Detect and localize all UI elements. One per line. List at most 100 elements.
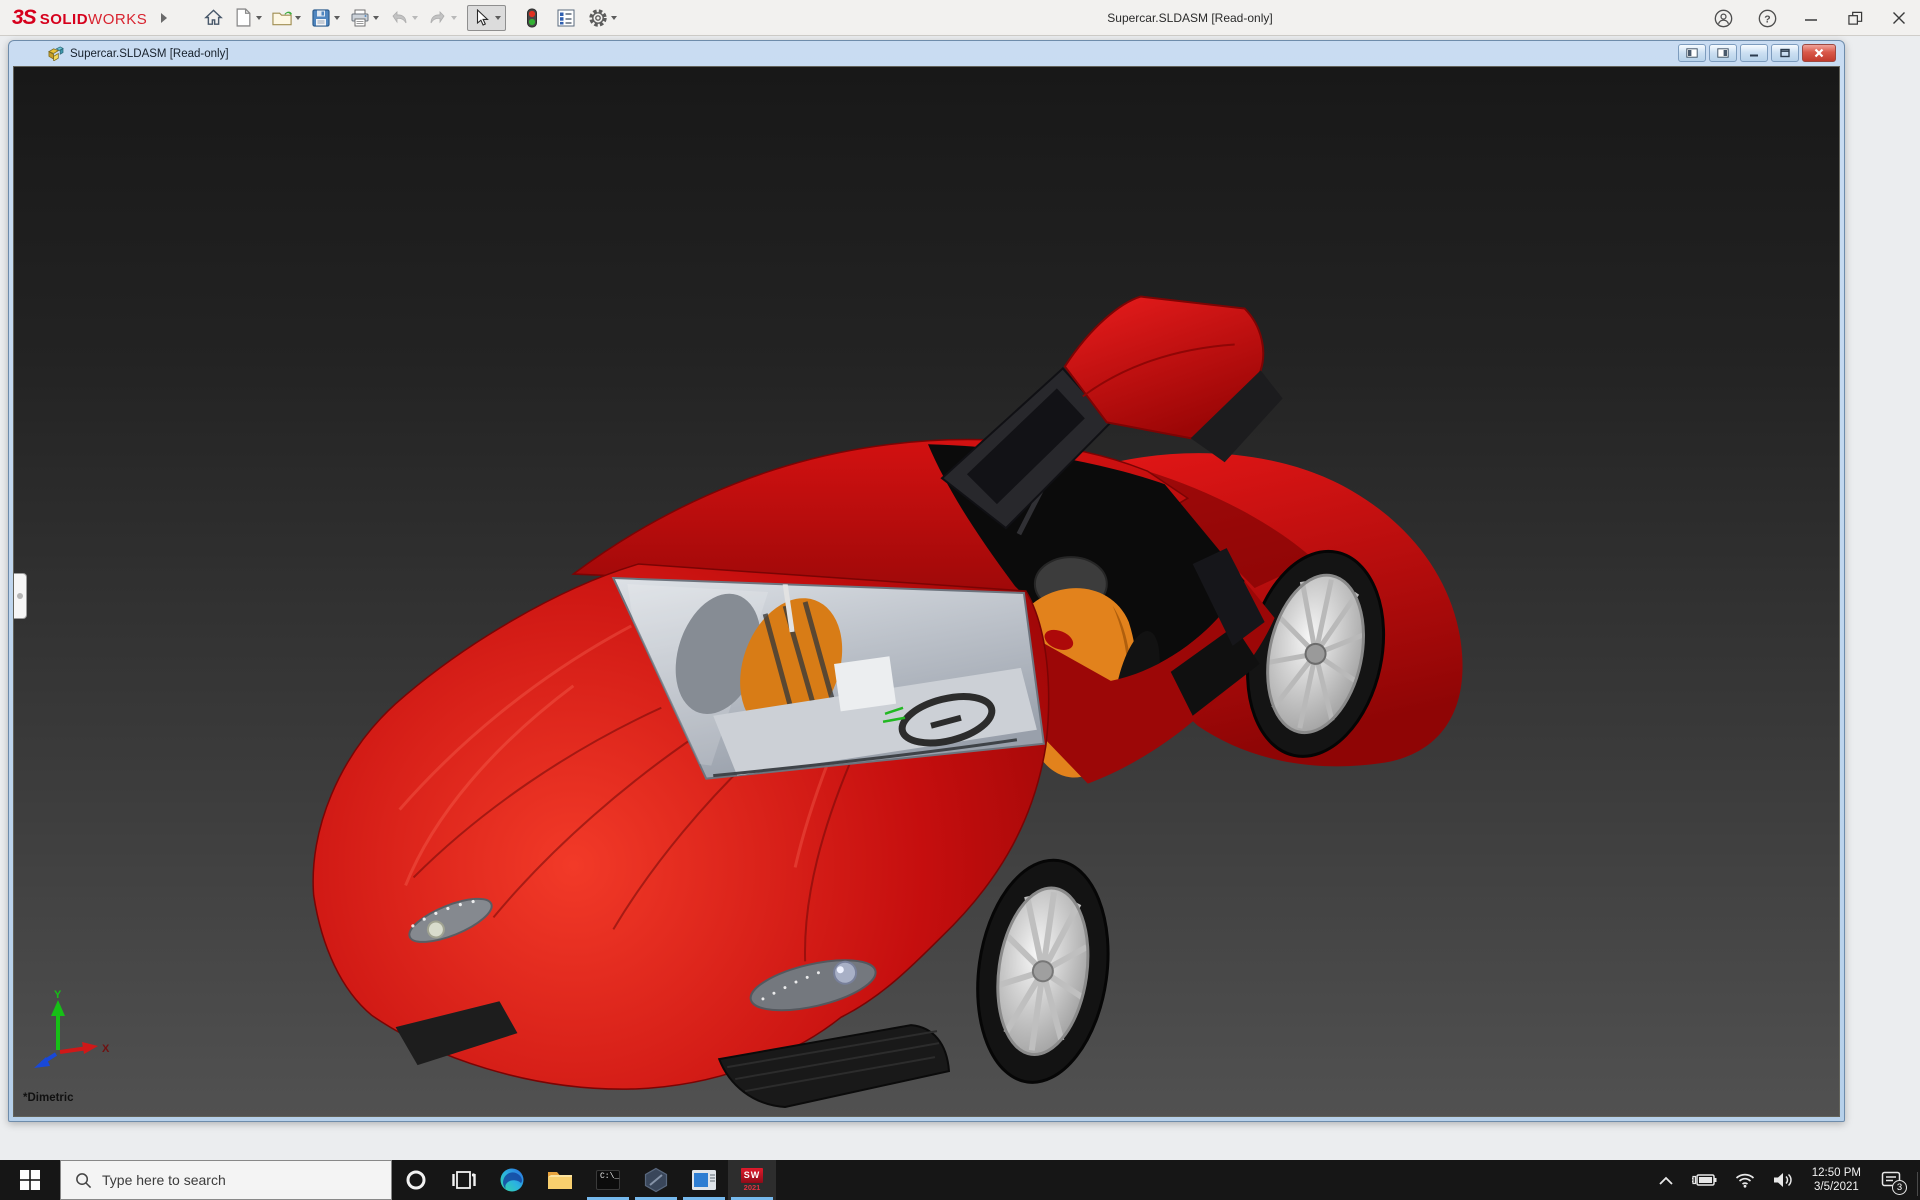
print-dropdown[interactable] xyxy=(373,15,380,20)
network-status[interactable] xyxy=(1726,1160,1764,1200)
design-library-icon xyxy=(557,9,575,26)
taskbar-command-prompt[interactable]: C:\_ xyxy=(584,1160,632,1200)
select-tool-group xyxy=(467,4,507,31)
remote-window-icon xyxy=(692,1170,716,1190)
feature-pane-flyout-tab[interactable] xyxy=(14,573,27,619)
triad-y-label: Y xyxy=(54,989,62,1001)
print-icon xyxy=(351,9,369,26)
triad-x-label: X xyxy=(102,1043,110,1055)
restore-button[interactable] xyxy=(1844,7,1866,29)
flyout-grip-icon xyxy=(17,593,23,599)
account-button[interactable] xyxy=(1712,7,1734,29)
undo-icon xyxy=(392,10,407,23)
open-dropdown[interactable] xyxy=(295,15,302,20)
select-tool-button[interactable] xyxy=(470,5,494,31)
svg-text:?: ? xyxy=(1764,14,1770,25)
window-title: Supercar.SLDASM [Read-only] xyxy=(1107,11,1273,25)
taskbar-search-box[interactable] xyxy=(60,1160,392,1200)
new-document-button[interactable] xyxy=(231,5,255,31)
battery-charging-icon xyxy=(1691,1174,1717,1186)
chevron-up-icon xyxy=(1659,1176,1673,1185)
left-pane-icon xyxy=(1686,48,1698,58)
design-library-button[interactable] xyxy=(554,5,578,31)
undo-button[interactable] xyxy=(387,5,411,31)
reference-triad: Y X xyxy=(34,989,110,1068)
taskbar-file-explorer[interactable] xyxy=(536,1160,584,1200)
ds-logo-icon: 3S xyxy=(12,5,37,29)
doc-minimize-icon xyxy=(1750,54,1758,57)
edge-icon xyxy=(500,1168,524,1192)
taskbar-clock[interactable]: 12:50 PM 3/5/2021 xyxy=(1802,1166,1871,1194)
cortana-button[interactable] xyxy=(392,1160,440,1200)
doc-close-button[interactable] xyxy=(1802,44,1836,62)
minimize-button[interactable] xyxy=(1800,7,1822,29)
home-button[interactable] xyxy=(201,5,225,31)
open-button[interactable] xyxy=(270,5,294,31)
mdi-client-area: Supercar.SLDASM [Read-only] Y X *Dimetri… xyxy=(0,36,1920,1160)
minimize-icon xyxy=(1805,19,1817,21)
redo-dropdown[interactable] xyxy=(451,15,458,20)
cortana-icon xyxy=(406,1170,426,1190)
tray-chevron-button[interactable] xyxy=(1650,1160,1682,1200)
action-center-button[interactable]: 3 xyxy=(1871,1160,1915,1200)
taskbar-edrawings[interactable] xyxy=(632,1160,680,1200)
document-window: Supercar.SLDASM [Read-only] Y X *Dimetri… xyxy=(8,40,1845,1122)
restore-icon xyxy=(1847,11,1862,25)
options-dropdown[interactable] xyxy=(611,15,618,20)
taskbar-remote-window[interactable] xyxy=(680,1160,728,1200)
hexagon-app-icon xyxy=(644,1167,668,1193)
close-button[interactable] xyxy=(1888,7,1910,29)
open-folder-icon xyxy=(272,11,292,25)
clock-time: 12:50 PM xyxy=(1811,1167,1861,1179)
taskbar-edge[interactable] xyxy=(488,1160,536,1200)
right-pane-icon xyxy=(1717,48,1729,58)
home-icon xyxy=(203,9,223,25)
doc-restore-icon xyxy=(1780,48,1790,58)
document-titlebar[interactable]: Supercar.SLDASM [Read-only] xyxy=(13,41,1840,66)
notification-badge: 3 xyxy=(1892,1180,1907,1195)
new-document-dropdown[interactable] xyxy=(256,15,263,20)
application-titlebar: 3S SOLID WORKS Supercar.SLDASM [Read-onl… xyxy=(0,0,1920,36)
redo-button[interactable] xyxy=(426,5,450,31)
titlebar-controls: ? xyxy=(1712,0,1910,36)
windows-logo-icon xyxy=(20,1170,40,1190)
start-button[interactable] xyxy=(0,1160,60,1200)
save-dropdown[interactable] xyxy=(334,15,341,20)
document-title: Supercar.SLDASM [Read-only] xyxy=(47,46,229,61)
close-icon xyxy=(1893,12,1905,24)
system-tray: 12:50 PM 3/5/2021 3 xyxy=(1650,1160,1920,1200)
print-button[interactable] xyxy=(348,5,372,31)
solidworks-logo: 3S SOLID WORKS xyxy=(12,5,148,29)
gear-icon xyxy=(589,8,607,27)
rebuild-traffic-light-icon xyxy=(527,8,538,27)
speaker-icon xyxy=(1773,1173,1792,1187)
new-document-icon xyxy=(236,8,251,27)
help-button[interactable]: ? xyxy=(1756,7,1778,29)
windows-taskbar: C:\_ SW 2021 12:50 PM 3/5/2021 3 xyxy=(0,1160,1920,1200)
doc-restore-button[interactable] xyxy=(1771,44,1799,62)
battery-status[interactable] xyxy=(1682,1160,1726,1200)
view-orientation-label: *Dimetric xyxy=(23,1092,74,1104)
show-desktop-divider[interactable] xyxy=(1917,1172,1918,1196)
quick-access-toolbar xyxy=(195,4,619,31)
select-cursor-icon xyxy=(476,8,489,26)
search-icon xyxy=(76,1172,92,1188)
clock-date: 3/5/2021 xyxy=(1814,1181,1859,1193)
rebuild-button[interactable] xyxy=(520,5,544,31)
save-button[interactable] xyxy=(309,5,333,31)
undo-dropdown[interactable] xyxy=(412,15,419,20)
graphics-viewport[interactable]: Y X *Dimetric xyxy=(13,66,1840,1117)
select-tool-dropdown[interactable] xyxy=(495,15,502,20)
search-input[interactable] xyxy=(102,1172,352,1188)
show-left-pane-button[interactable] xyxy=(1678,44,1706,62)
menu-flyout-arrow-icon[interactable] xyxy=(161,12,168,23)
options-button[interactable] xyxy=(586,5,610,31)
task-view-button[interactable] xyxy=(440,1160,488,1200)
redo-icon xyxy=(430,10,445,23)
supercar-3d-model[interactable] xyxy=(14,67,1839,1116)
doc-minimize-button[interactable] xyxy=(1740,44,1768,62)
show-right-pane-button[interactable] xyxy=(1709,44,1737,62)
taskbar-solidworks[interactable]: SW 2021 xyxy=(728,1160,776,1200)
volume-status[interactable] xyxy=(1764,1160,1802,1200)
solidworks-2021-icon: SW 2021 xyxy=(741,1168,763,1192)
